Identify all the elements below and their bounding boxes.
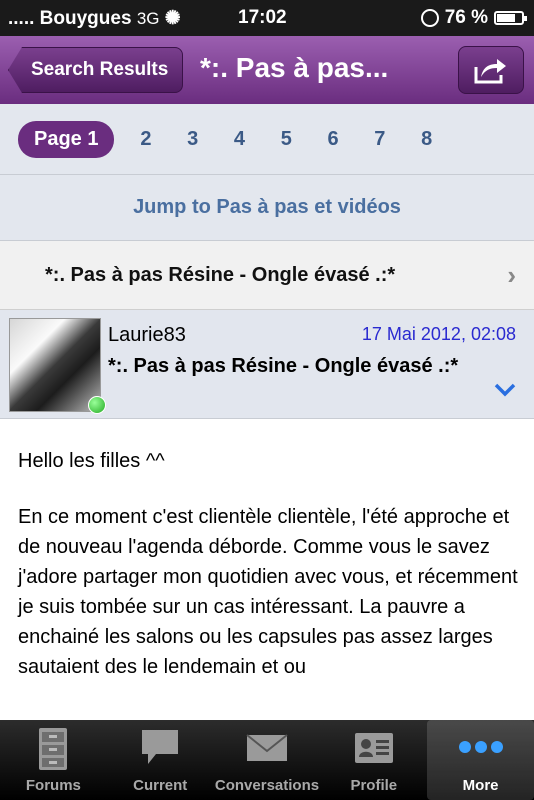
online-status-icon bbox=[88, 396, 106, 414]
post-author[interactable]: Laurie83 bbox=[108, 324, 186, 347]
post-paragraph: Hello les filles ^^ bbox=[18, 450, 165, 472]
tab-current[interactable]: Current bbox=[107, 720, 214, 800]
tab-conversations-label: Conversations bbox=[214, 777, 320, 794]
page-4-link[interactable]: 4 bbox=[216, 128, 263, 151]
tab-more[interactable]: More bbox=[427, 720, 534, 800]
battery-icon bbox=[494, 11, 527, 25]
post-title: *:. Pas à pas Résine - Ongle évasé .:* bbox=[108, 355, 459, 377]
tab-bar: Forums Current Conversations Profile Mor… bbox=[0, 720, 534, 800]
battery-fill bbox=[497, 14, 516, 22]
thread-title-row[interactable]: *:. Pas à pas Résine - Ongle évasé .:* › bbox=[0, 241, 534, 310]
page-7-link[interactable]: 7 bbox=[356, 128, 403, 151]
tab-forums[interactable]: Forums bbox=[0, 720, 107, 800]
back-button[interactable]: Search Results bbox=[8, 47, 184, 93]
post-body: Hello les filles ^^ En ce moment c'est c… bbox=[18, 446, 518, 708]
page-6-link[interactable]: 6 bbox=[310, 128, 357, 151]
navigation-bar: Search Results *:. Pas à pas... bbox=[0, 36, 534, 104]
status-time: 17:02 bbox=[238, 7, 287, 28]
battery-percent: 76 % bbox=[444, 7, 488, 28]
activity-spinner-icon: ✺ bbox=[164, 8, 181, 29]
tab-current-label: Current bbox=[133, 777, 188, 794]
id-card-icon bbox=[354, 733, 393, 763]
back-button-label: Search Results bbox=[31, 59, 169, 80]
page-selector: Page 1 2 3 4 5 6 7 8 bbox=[0, 104, 534, 175]
tab-profile[interactable]: Profile bbox=[320, 720, 427, 800]
network-type: 3G bbox=[136, 9, 160, 28]
avatar[interactable] bbox=[9, 318, 101, 412]
status-bar: ..... Bouygues 3G ✺ 17:02 76 % bbox=[0, 0, 534, 36]
post-paragraph: En ce moment c'est clientèle clientèle, … bbox=[18, 506, 518, 678]
cabinet-icon bbox=[39, 728, 68, 770]
thread-title: *:. Pas à pas Résine - Ongle évasé .:* bbox=[45, 264, 396, 286]
page-5-link[interactable]: 5 bbox=[263, 128, 310, 151]
post-date: 17 Mai 2012, 02:08 bbox=[361, 324, 516, 344]
chevron-down-icon[interactable] bbox=[494, 382, 516, 398]
share-button[interactable] bbox=[458, 46, 524, 94]
tab-profile-label: Profile bbox=[350, 777, 398, 794]
chevron-right-icon: › bbox=[507, 260, 516, 290]
page-8-link[interactable]: 8 bbox=[403, 128, 450, 151]
tab-conversations[interactable]: Conversations bbox=[214, 720, 321, 800]
share-icon bbox=[474, 59, 506, 84]
page-3-link[interactable]: 3 bbox=[169, 128, 216, 151]
envelope-icon bbox=[246, 734, 288, 761]
nav-title: *:. Pas à pas... bbox=[200, 52, 389, 83]
speech-bubble-icon bbox=[142, 730, 179, 764]
more-dots-icon bbox=[458, 741, 503, 753]
jump-to-forum-link[interactable]: Jump to Pas à pas et vidéos bbox=[0, 175, 534, 241]
rotation-lock-icon bbox=[420, 9, 439, 27]
carrier-name: ..... Bouygues 3G ✺ bbox=[8, 8, 181, 29]
tab-more-label: More bbox=[462, 777, 499, 794]
current-page-button[interactable]: Page 1 bbox=[18, 120, 115, 158]
tab-forums-label: Forums bbox=[25, 777, 81, 794]
post-header: Laurie83 17 Mai 2012, 02:08 *:. Pas à pa… bbox=[0, 310, 534, 419]
page-2-link[interactable]: 2 bbox=[122, 128, 169, 151]
